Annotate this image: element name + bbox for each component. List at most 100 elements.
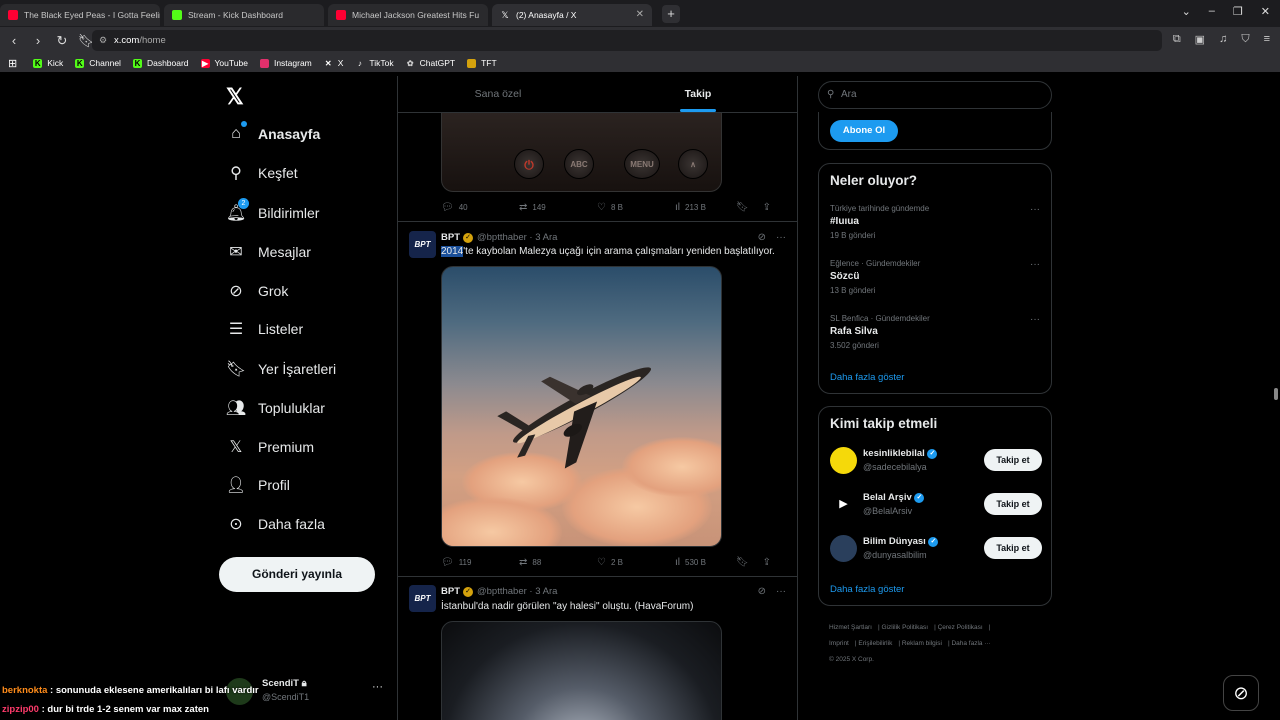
avatar[interactable]: BPT [409, 585, 436, 612]
more-icon[interactable]: ··· [776, 232, 786, 243]
forward-icon[interactable]: › [28, 33, 48, 48]
reply-button[interactable]: 💬︎ 119 [441, 557, 519, 568]
trend-item[interactable]: Eğlence · Gündemdekiler Sözcü 13 B gönde… [830, 259, 1040, 295]
browser-tab[interactable]: Stream - Kick Dashboard [164, 3, 324, 26]
more-icon[interactable]: ··· [372, 681, 383, 693]
new-tab-button[interactable]: + [662, 4, 680, 23]
bookmark-dashboard[interactable]: K Dashboard [132, 58, 189, 68]
bookmark-instagram[interactable]: Instagram [259, 58, 312, 68]
close-tab-icon[interactable]: ✕ [628, 9, 644, 20]
post-date[interactable]: 3 Ara [535, 232, 557, 243]
grok-icon[interactable]: ⊘ [758, 586, 766, 597]
post-date[interactable]: 3 Ara [535, 586, 557, 597]
bookmark-tiktok[interactable]: ♪ TikTok [355, 58, 394, 68]
post-button[interactable]: Gönderi yayınla [219, 557, 375, 592]
bookmark-youtube[interactable]: ▶ YouTube [200, 58, 248, 68]
footer-link[interactable]: Erişilebilirlik [858, 640, 892, 647]
footer-link[interactable]: Imprint [829, 640, 849, 647]
browser-tab[interactable]: Michael Jackson Greatest Hits Fu [328, 3, 488, 26]
grok-icon[interactable]: ⊘ [758, 232, 766, 243]
post-image-airplane[interactable] [441, 266, 722, 547]
author-name[interactable]: BPT [441, 232, 460, 243]
bookmark-chatgpt[interactable]: ✿ ChatGPT [406, 58, 455, 68]
author-handle[interactable]: @bptthaber [477, 586, 527, 597]
follow-button[interactable]: Takip et [984, 493, 1042, 515]
reply-button[interactable]: 💬︎ 40 [441, 202, 519, 213]
site-info-icon[interactable]: ⚙ [99, 30, 107, 51]
share-icon[interactable]: ⇪ [763, 557, 771, 568]
follow-suggestion[interactable]: kesinliklebilal ✓ @sadecebilalya Takip e… [830, 447, 1042, 477]
avatar[interactable]: BPT [409, 231, 436, 258]
share-icon[interactable]: ⇪ [763, 202, 771, 213]
music-icon[interactable]: ♫ [1219, 33, 1227, 46]
menu-icon[interactable]: ≡ [1264, 33, 1270, 46]
scrollbar-thumb[interactable] [1274, 388, 1278, 400]
more-icon[interactable]: ··· [1030, 204, 1040, 215]
apps-grid-icon[interactable]: ⊞ [8, 57, 17, 70]
author-handle[interactable]: @bptthaber [477, 232, 527, 243]
repost-count: 149 [532, 203, 546, 212]
like-button[interactable]: ♡ 2 B [597, 557, 675, 568]
nav-item-grok[interactable]: ⊘ Grok [226, 281, 288, 301]
nav-item-more[interactable]: ⊙ Daha fazla [226, 514, 325, 534]
bookmark-icon[interactable]: 🔖︎ [736, 202, 749, 213]
footer-link[interactable]: Daha fazla ··· [951, 640, 990, 647]
like-button[interactable]: ♡ 8 B [597, 202, 675, 213]
extensions-icon[interactable]: ⧉ [1173, 33, 1181, 46]
follow-button[interactable]: Takip et [984, 537, 1042, 559]
follow-button[interactable]: Takip et [984, 449, 1042, 471]
bookmark-kick[interactable]: K Kick [33, 58, 63, 68]
show-more-trends-link[interactable]: Daha fazla göster [830, 372, 904, 383]
nav-label: Bildirimler [258, 205, 320, 221]
nav-item-home[interactable]: ⌂ Anasayfa [226, 121, 320, 144]
footer-link[interactable]: Hizmet Şartları [829, 624, 872, 631]
bookmark-label: Channel [89, 58, 121, 68]
minimize-icon[interactable]: – [1209, 5, 1215, 18]
nav-item-premium[interactable]: 𝕏 Premium [226, 437, 314, 457]
post-image-moon-halo[interactable] [441, 621, 722, 720]
nav-item-lists[interactable]: ☰ Listeler [226, 319, 303, 339]
tab-for-you[interactable]: Sana özel [398, 76, 598, 112]
trend-item[interactable]: Türkiye tarihinde gündemde #Iuıua 19 B g… [830, 204, 1040, 240]
repost-button[interactable]: ⇄ 88 [519, 557, 597, 568]
show-more-follow-link[interactable]: Daha fazla göster [830, 584, 904, 595]
x-logo-icon[interactable]: 𝕏 [226, 84, 244, 110]
bookmark-x[interactable]: ✕ X [324, 58, 344, 68]
bookmark-icon[interactable]: 🔖︎ [736, 557, 749, 568]
author-name[interactable]: BPT [441, 586, 460, 597]
repost-button[interactable]: ⇄ 149 [519, 202, 597, 213]
close-window-icon[interactable]: ✕ [1261, 5, 1270, 18]
shield-icon[interactable]: ⛉ [1241, 33, 1249, 46]
nav-item-notifications[interactable]: 🔔︎ 2 Bildirimler [226, 198, 320, 223]
more-icon[interactable]: ··· [776, 586, 786, 597]
trend-item[interactable]: SL Benfica · Gündemdekiler Rafa Silva 3.… [830, 314, 1040, 350]
search-input[interactable]: ⚲ Ara [818, 81, 1052, 109]
bookmark-channel[interactable]: K Channel [75, 58, 121, 68]
footer-link[interactable]: Çerez Politikası [938, 624, 983, 631]
footer-link[interactable]: Gizlilik Politikası [881, 624, 928, 631]
browser-tab-active[interactable]: 𝕏 (2) Anasayfa / X ✕ [492, 3, 652, 26]
chevron-down-icon[interactable]: ⌄ [1182, 5, 1191, 18]
nav-item-profile[interactable]: 👤︎ Profil [226, 475, 290, 495]
address-bar-row: ‹ › ↻ 🔖︎ ⚙ x.com/home ⧉ ▣ ♫ ⛉ ≡ [0, 27, 1280, 54]
back-icon[interactable]: ‹ [4, 33, 24, 48]
nav-item-explore[interactable]: ⚲ Keşfet [226, 163, 298, 183]
url-field[interactable]: ⚙ x.com/home [92, 30, 1162, 51]
grok-floating-button[interactable]: ⊘ [1223, 675, 1259, 711]
browser-tab[interactable]: The Black Eyed Peas - I Gotta Feeling [0, 3, 160, 26]
footer-link[interactable]: Reklam bilgisi [902, 640, 942, 647]
post-image[interactable]: ⏻ ABC MENU ∧ [441, 113, 722, 192]
more-icon[interactable]: ··· [1030, 314, 1040, 325]
restore-icon[interactable]: ❐ [1233, 5, 1243, 18]
nav-item-messages[interactable]: ✉ Mesajlar [226, 242, 311, 262]
follow-suggestion[interactable]: ▶ Belal Arşiv ✓ @BelalArsiv Takip et [830, 491, 1042, 521]
more-icon[interactable]: ··· [1030, 259, 1040, 270]
nav-item-bookmarks[interactable]: 🔖︎ Yer İşaretleri [226, 359, 336, 379]
nav-item-communities[interactable]: 👥︎ Topluluklar [226, 398, 325, 418]
follow-suggestion[interactable]: Bilim Dünyası ✓ @dunyasalbilim Takip et [830, 535, 1042, 565]
wallet-icon[interactable]: ▣ [1195, 33, 1205, 46]
subscribe-button[interactable]: Abone Ol [830, 120, 898, 142]
tab-following[interactable]: Takip [598, 76, 797, 112]
reload-icon[interactable]: ↻ [52, 33, 72, 49]
bookmark-tft[interactable]: TFT [467, 58, 497, 68]
